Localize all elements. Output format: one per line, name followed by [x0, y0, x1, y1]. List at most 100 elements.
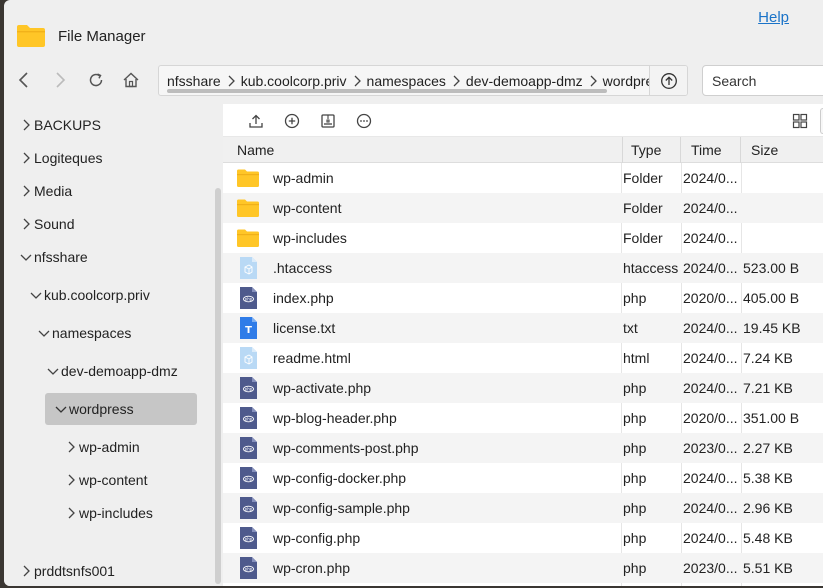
more-actions-button[interactable]: [354, 111, 374, 131]
table-row[interactable]: php wp-config.php php 2024/0... 5.48 KB: [223, 523, 823, 553]
tree-item-prddtsnfs001[interactable]: prddtsnfs001: [20, 556, 115, 586]
breadcrumb-item-namespaces[interactable]: namespaces: [367, 73, 446, 89]
back-button[interactable]: [12, 68, 36, 92]
file-name: wp-admin: [273, 170, 334, 186]
grid-view-button[interactable]: [790, 111, 810, 131]
tree-item-label: wp-content: [79, 472, 148, 488]
upload-button[interactable]: [246, 111, 266, 131]
folder-app-icon: [17, 25, 45, 47]
file-actions-toolbar: [223, 104, 823, 137]
table-row[interactable]: wp-includes Folder 2024/0...: [223, 223, 823, 253]
chevron-down-icon[interactable]: [30, 289, 42, 301]
tree-item-label: Logiteques: [34, 150, 103, 166]
chevron-left-icon: [18, 72, 28, 88]
tree-item-nfsshare[interactable]: nfsshare: [20, 242, 88, 272]
text-file-icon: T: [236, 316, 260, 340]
breadcrumb-item-wordpress[interactable]: wordpress: [603, 73, 649, 89]
parent-folder-button[interactable]: [649, 66, 687, 95]
chevron-right-icon[interactable]: [20, 185, 32, 197]
tree-item-label: Media: [34, 183, 73, 199]
table-row[interactable]: Tlicense.txt txt 2024/0... 19.45 KB: [223, 313, 823, 343]
help-link[interactable]: Help: [758, 9, 789, 26]
table-row[interactable]: php wp-config-sample.php php 2024/0... 2.96 …: [223, 493, 823, 523]
breadcrumb-item-nfsshare[interactable]: nfsshare: [167, 73, 221, 89]
chevron-right-icon[interactable]: [65, 474, 77, 486]
tree-item-kub-coolcorp-priv[interactable]: kub.coolcorp.priv: [30, 280, 150, 310]
php-file-icon: php: [236, 466, 260, 490]
archive-icon: [321, 114, 335, 128]
svg-text:php: php: [245, 387, 253, 392]
svg-text:php: php: [245, 447, 253, 452]
chevron-down-icon[interactable]: [38, 327, 50, 339]
tree-item-wp-admin[interactable]: wp-admin: [65, 432, 140, 462]
chevron-right-icon[interactable]: [20, 152, 32, 164]
file-time: 2024/0...: [683, 530, 738, 546]
column-header-type[interactable]: Type: [621, 137, 681, 163]
chevron-right-icon[interactable]: [65, 507, 77, 519]
new-folder-button[interactable]: [282, 111, 302, 131]
column-header-time[interactable]: Time: [681, 137, 741, 163]
chevron-right-icon: [353, 75, 361, 87]
file-time: 2024/0...: [683, 200, 738, 216]
tree-item-logiteques[interactable]: Logiteques: [20, 143, 103, 173]
chevron-down-icon[interactable]: [20, 251, 32, 263]
chevron-down-icon[interactable]: [47, 365, 59, 377]
column-header-size[interactable]: Size: [741, 137, 823, 163]
file-type: php: [623, 410, 647, 426]
file-name: .htaccess: [273, 260, 333, 276]
file-size: 523.00 B: [743, 260, 800, 276]
column-header-name[interactable]: Name: [227, 137, 623, 163]
breadcrumb-item-dev-demoapp-dmz[interactable]: dev-demoapp-dmz: [466, 73, 583, 89]
file-size: 2.96 KB: [743, 500, 793, 516]
tree-item-media[interactable]: Media: [20, 176, 72, 206]
chevron-right-icon[interactable]: [20, 218, 32, 230]
tree-item-label: BACKUPS: [34, 117, 101, 133]
address-bar[interactable]: nfsshare kub.coolcorp.priv namespaces de…: [158, 65, 688, 96]
table-row[interactable]: wp-admin Folder 2024/0...: [223, 163, 823, 193]
table-row[interactable]: .htaccess htaccess 2024/0... 523.00 B: [223, 253, 823, 283]
table-row[interactable]: wp-content Folder 2024/0...: [223, 193, 823, 223]
home-icon: [123, 72, 139, 88]
chevron-right-icon[interactable]: [20, 119, 32, 131]
file-type: txt: [623, 320, 638, 336]
search-input[interactable]: [702, 65, 823, 96]
tree-item-namespaces[interactable]: namespaces: [38, 318, 131, 348]
chevron-down-icon[interactable]: [55, 403, 67, 415]
sidebar-scrollbar[interactable]: [215, 188, 221, 584]
compress-button[interactable]: [318, 111, 338, 131]
table-row[interactable]: php wp-blog-header.php php 2020/0... 351.00 …: [223, 403, 823, 433]
chevron-right-icon[interactable]: [65, 441, 77, 453]
tree-item-wordpress[interactable]: wordpress: [45, 393, 197, 425]
refresh-button[interactable]: [84, 68, 108, 92]
file-size: 5.38 KB: [743, 470, 793, 486]
tree-item-wp-includes[interactable]: wp-includes: [65, 498, 153, 528]
generic-file-icon: [236, 256, 260, 280]
file-time: 2024/0...: [683, 470, 738, 486]
breadcrumb-item-kub-coolcorp-priv[interactable]: kub.coolcorp.priv: [241, 73, 347, 89]
php-file-icon: php: [236, 436, 260, 460]
table-row[interactable]: php wp-activate.php php 2024/0... 7.21 KB: [223, 373, 823, 403]
app-title: File Manager: [58, 28, 146, 45]
tree-item-sound[interactable]: Sound: [20, 209, 74, 239]
home-button[interactable]: [119, 68, 143, 92]
chevron-right-icon: [452, 75, 460, 87]
svg-text:php: php: [245, 297, 253, 302]
table-row[interactable]: php index.php php 2020/0... 405.00 B: [223, 283, 823, 313]
table-row[interactable]: readme.html html 2024/0... 7.24 KB: [223, 343, 823, 373]
file-time: 2024/0...: [683, 380, 738, 396]
forward-button[interactable]: [48, 68, 72, 92]
file-size: 405.00 B: [743, 290, 800, 306]
folder-icon: [236, 166, 260, 190]
file-name: wp-cron.php: [273, 560, 351, 576]
file-name: wp-activate.php: [273, 380, 372, 396]
table-row[interactable]: php wp-comments-post.php php 2023/0... 2.27 …: [223, 433, 823, 463]
table-row[interactable]: php wp-cron.php php 2023/0... 5.51 KB: [223, 553, 823, 583]
table-row[interactable]: php wp-config-docker.php php 2024/0... 5.38 …: [223, 463, 823, 493]
tree-item-dev-demoapp-dmz[interactable]: dev-demoapp-dmz: [47, 356, 178, 386]
breadcrumb-scrollbar[interactable]: [167, 89, 607, 93]
tree-item-backups[interactable]: BACKUPS: [20, 110, 101, 140]
file-type: php: [623, 440, 647, 456]
tree-item-wp-content[interactable]: wp-content: [65, 465, 147, 495]
tree-item-label: wp-admin: [79, 439, 140, 455]
chevron-right-icon[interactable]: [20, 565, 32, 577]
